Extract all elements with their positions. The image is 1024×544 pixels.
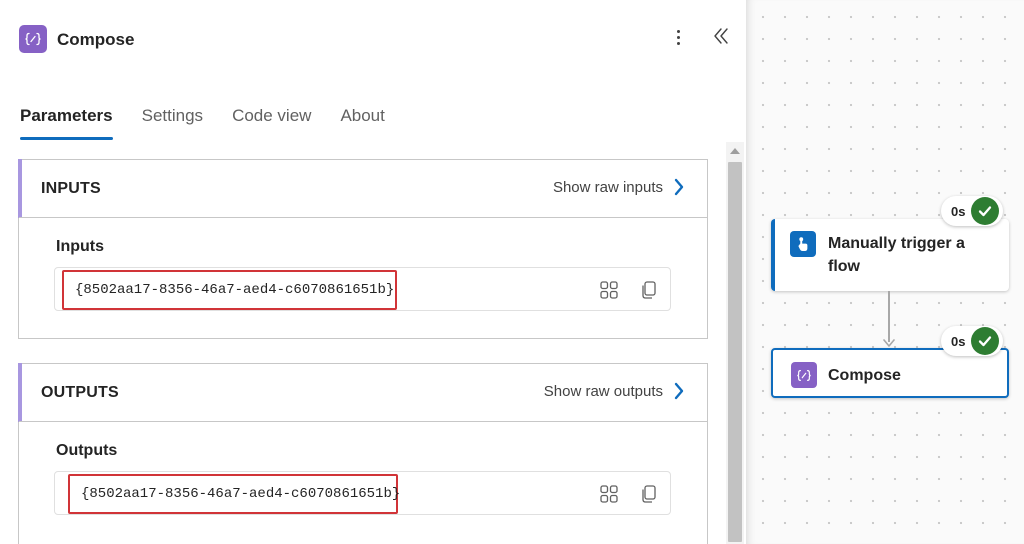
chevron-right-icon: [674, 382, 684, 400]
compose-status-badge: 0s: [941, 326, 1003, 356]
trigger-duration: 0s: [951, 203, 966, 219]
compose-icon: [19, 25, 47, 53]
trigger-node-label: Manually trigger a flow: [828, 235, 965, 275]
outputs-value[interactable]: {8502aa17-8356-46a7-aed4-c6070861651b}: [68, 474, 400, 514]
outputs-card: OUTPUTS Show raw outputs Outputs {8502aa…: [18, 363, 708, 544]
flow-connector-line: [888, 291, 890, 342]
inputs-value-box: {8502aa17-8356-46a7-aed4-c6070861651b}: [54, 267, 671, 311]
outputs-field-label: Outputs: [56, 442, 118, 459]
arrow-down-icon: [883, 339, 895, 347]
trigger-node[interactable]: Manually trigger a flow: [771, 219, 1009, 291]
show-raw-outputs-link[interactable]: Show raw outputs: [544, 382, 685, 400]
collapse-panel-icon[interactable]: [710, 26, 732, 46]
outputs-card-header: OUTPUTS Show raw outputs: [19, 364, 707, 422]
trigger-node-accent: [771, 219, 775, 291]
show-raw-inputs-label: Show raw inputs: [552, 178, 663, 196]
show-raw-outputs-label: Show raw outputs: [543, 382, 663, 400]
checkmark-circle-icon: [971, 327, 1000, 355]
inputs-card-header: INPUTS Show raw inputs: [19, 160, 707, 218]
scrollbar-thumb[interactable]: [728, 162, 742, 542]
tab-parameters[interactable]: Parameters: [20, 104, 113, 140]
tab-settings[interactable]: Settings: [142, 104, 203, 140]
grid-icon[interactable]: [599, 484, 619, 504]
inputs-card: INPUTS Show raw inputs Inputs {8502aa17-…: [18, 159, 708, 339]
checkmark-circle-icon: [971, 197, 1000, 225]
panel-header: Compose: [0, 0, 746, 78]
flow-canvas[interactable]: Manually trigger a flow 0s Compose 0s: [746, 0, 1024, 544]
show-raw-inputs-link[interactable]: Show raw inputs: [553, 178, 685, 196]
panel-tabs: Parameters Settings Code view About: [20, 104, 414, 144]
outputs-title: OUTPUTS: [41, 384, 119, 401]
inputs-title: INPUTS: [41, 180, 101, 197]
grid-icon[interactable]: [599, 280, 619, 300]
touch-hand-icon: [790, 231, 816, 257]
trigger-status-badge: 0s: [941, 196, 1003, 226]
scroll-up-arrow-icon[interactable]: [730, 148, 740, 154]
copy-icon[interactable]: [639, 280, 659, 300]
details-panel: Compose Parameters Settings Code view Ab…: [0, 0, 746, 544]
outputs-value-box: {8502aa17-8356-46a7-aed4-c6070861651b}: [54, 471, 671, 515]
compose-duration: 0s: [951, 333, 966, 349]
more-options-icon[interactable]: [668, 26, 688, 48]
inputs-field-label: Inputs: [56, 238, 104, 255]
scrollbar[interactable]: [726, 142, 744, 544]
tab-code-view[interactable]: Code view: [232, 104, 311, 140]
curly-braces-icon: [791, 362, 817, 388]
chevron-right-icon: [674, 178, 684, 196]
compose-node-label: Compose: [828, 367, 901, 384]
inputs-value[interactable]: {8502aa17-8356-46a7-aed4-c6070861651b}: [62, 270, 397, 310]
tab-about[interactable]: About: [340, 104, 384, 140]
panel-title: Compose: [57, 30, 135, 49]
copy-icon[interactable]: [639, 484, 659, 504]
